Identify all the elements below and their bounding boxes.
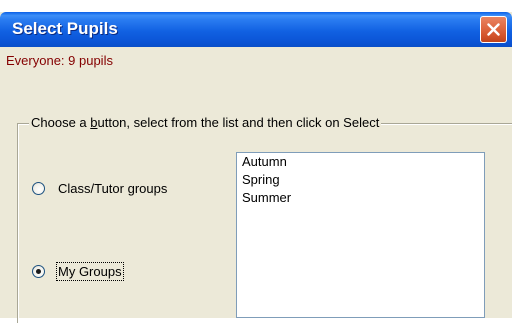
close-icon bbox=[487, 23, 500, 36]
radio-button-my-groups[interactable] bbox=[32, 265, 45, 278]
radio-class-tutor-groups[interactable]: Class/Tutor groups bbox=[32, 180, 168, 197]
list-item[interactable]: Summer bbox=[237, 189, 484, 207]
pupil-count-status: Everyone: 9 pupils bbox=[6, 53, 113, 68]
list-item[interactable]: Spring bbox=[237, 171, 484, 189]
groups-listbox[interactable]: Autumn Spring Summer bbox=[236, 152, 485, 318]
dialog-title: Select Pupils bbox=[12, 19, 118, 38]
legend-access-key: b bbox=[90, 115, 98, 130]
radio-button-class-tutor[interactable] bbox=[32, 182, 45, 195]
radio-my-groups[interactable]: My Groups bbox=[32, 262, 124, 281]
list-item[interactable]: Autumn bbox=[237, 153, 484, 171]
groupbox-legend: Choose a button, select from the list an… bbox=[29, 115, 382, 130]
title-bar[interactable]: Select Pupils bbox=[0, 12, 512, 47]
radio-label-class-tutor[interactable]: Class/Tutor groups bbox=[57, 180, 168, 197]
radio-label-my-groups[interactable]: My Groups bbox=[56, 262, 124, 281]
close-button[interactable] bbox=[480, 16, 507, 43]
